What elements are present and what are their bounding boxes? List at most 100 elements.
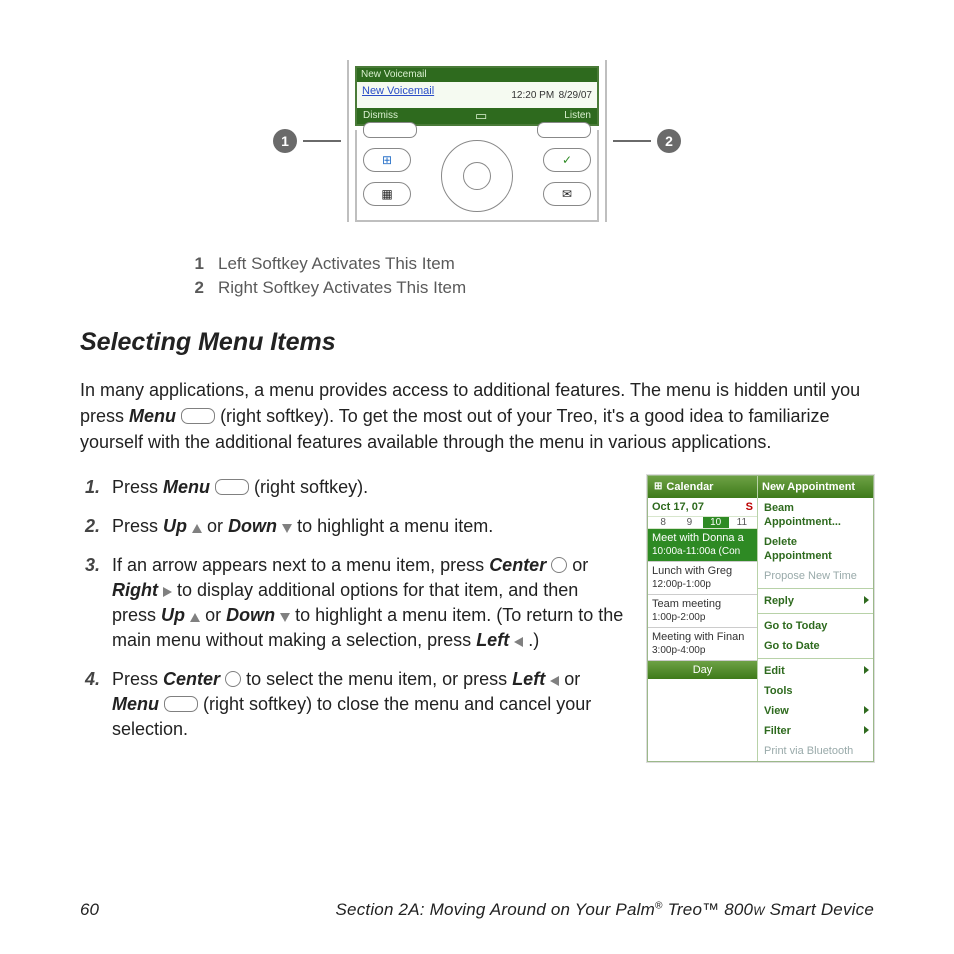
calendar-day-label: S bbox=[746, 500, 753, 514]
down-icon bbox=[280, 613, 290, 622]
step-text: or bbox=[207, 516, 228, 536]
legend-text: Right Softkey Activates This Item bbox=[218, 276, 466, 300]
page-number: 60 bbox=[80, 900, 99, 920]
step-text: or bbox=[572, 555, 588, 575]
voicemail-link: New Voicemail bbox=[362, 85, 434, 103]
page-footer: 60 Section 2A: Moving Around on Your Pal… bbox=[80, 900, 874, 920]
screen-time: 12:20 PM bbox=[511, 90, 554, 101]
section-heading: Selecting Menu Items bbox=[80, 328, 874, 357]
calendar-date: Oct 17, 07 S bbox=[648, 498, 757, 517]
up-icon bbox=[192, 524, 202, 533]
menu-keyword: Menu bbox=[112, 694, 159, 714]
figure-legend: 1 Left Softkey Activates This Item 2 Rig… bbox=[190, 252, 874, 300]
mail-key: ✉ bbox=[543, 182, 591, 206]
center-keyword: Center bbox=[163, 669, 220, 689]
hw-softkey-right bbox=[537, 122, 591, 138]
calendar-menu-item: Reply bbox=[758, 591, 873, 611]
calendar-key: ▦ bbox=[363, 182, 411, 206]
step-text: Press bbox=[112, 516, 163, 536]
device-outline: New Voicemail New Voicemail 12:20 PM 8/2… bbox=[347, 60, 607, 222]
right-keyword: Right bbox=[112, 580, 158, 600]
calendar-menu-item: Filter bbox=[758, 721, 873, 741]
calendar-week-header: 8 9 10 11 bbox=[648, 517, 757, 529]
legend-text: Left Softkey Activates This Item bbox=[218, 252, 455, 276]
step-4: 4 Press Center to select the menu item, … bbox=[80, 667, 627, 742]
device-keypad: ⊞ ✓ ▦ ✉ bbox=[355, 130, 599, 222]
step-text: .) bbox=[528, 630, 539, 650]
up-keyword: Up bbox=[161, 605, 185, 625]
dpad bbox=[441, 140, 513, 212]
calendar-titlebar: ⊞ Calendar bbox=[648, 476, 757, 498]
left-icon bbox=[514, 637, 523, 647]
hw-softkey-left bbox=[363, 122, 417, 138]
step-2: 2 Press Up or Down to highlight a menu i… bbox=[80, 514, 627, 539]
step-text: to select the menu item, or press bbox=[246, 669, 512, 689]
left-icon bbox=[550, 676, 559, 686]
footer-section-title: Section 2A: Moving Around on Your Palm® … bbox=[336, 900, 874, 920]
menu-keyword: Menu bbox=[163, 477, 210, 497]
callout-2-line bbox=[613, 140, 651, 142]
left-keyword: Left bbox=[476, 630, 509, 650]
submenu-arrow-icon bbox=[864, 706, 869, 714]
calendar-menu-item: Print via Bluetooth bbox=[758, 741, 873, 761]
step-text: to highlight a menu item. (To return to … bbox=[112, 605, 623, 650]
calendar-menu-item: Edit bbox=[758, 661, 873, 681]
calendar-menu-item: Beam Appointment... bbox=[758, 498, 873, 532]
calendar-title: Calendar bbox=[666, 480, 713, 494]
step-text: If an arrow appears next to a menu item,… bbox=[112, 555, 489, 575]
ok-key: ✓ bbox=[543, 148, 591, 172]
left-keyword: Left bbox=[512, 669, 545, 689]
callout-1-bubble: 1 bbox=[273, 129, 297, 153]
up-keyword: Up bbox=[163, 516, 187, 536]
device-softkey-figure: 1 New Voicemail New Voicemail 12:20 PM 8… bbox=[80, 60, 874, 222]
calendar-event: Meet with Donna a10:00a-11:00a (Con bbox=[648, 529, 757, 562]
submenu-arrow-icon bbox=[864, 596, 869, 604]
start-key: ⊞ bbox=[363, 148, 411, 172]
callout-2-bubble: 2 bbox=[657, 129, 681, 153]
step-1: 1 Press Menu (right softkey). bbox=[80, 475, 627, 500]
windows-flag-icon: ⊞ bbox=[654, 480, 662, 494]
calendar-event: Meeting with Finan3:00p-4:00p bbox=[648, 628, 757, 661]
calendar-menu-item: Go to Date bbox=[758, 636, 873, 656]
calendar-event: Lunch with Greg12:00p-1:00p bbox=[648, 562, 757, 595]
menu-keyword: Menu bbox=[129, 406, 176, 426]
step-text: Press bbox=[112, 477, 163, 497]
softkey-icon bbox=[164, 696, 198, 712]
step-text: (right softkey). bbox=[254, 477, 368, 497]
calendar-event: Team meeting1:00p-2:00p bbox=[648, 595, 757, 628]
calendar-menu-header: New Appointment bbox=[758, 476, 873, 498]
calendar-menu-item: Go to Today bbox=[758, 616, 873, 636]
calendar-menu-item: View bbox=[758, 701, 873, 721]
up-icon bbox=[190, 613, 200, 622]
center-keyword: Center bbox=[489, 555, 546, 575]
calendar-softbar: Day bbox=[648, 661, 757, 679]
legend-row: 1 Left Softkey Activates This Item bbox=[190, 252, 874, 276]
down-keyword: Down bbox=[228, 516, 277, 536]
calendar-screenshot: ⊞ Calendar Oct 17, 07 S 8 9 10 11 Meet w… bbox=[647, 475, 874, 762]
down-keyword: Down bbox=[226, 605, 275, 625]
step-text: Press bbox=[112, 669, 163, 689]
step-text: or bbox=[205, 605, 226, 625]
submenu-arrow-icon bbox=[864, 666, 869, 674]
legend-row: 2 Right Softkey Activates This Item bbox=[190, 276, 874, 300]
step-text: to highlight a menu item. bbox=[297, 516, 493, 536]
softkey-icon bbox=[215, 479, 249, 495]
screen-date: 8/29/07 bbox=[559, 90, 592, 101]
device-screen: New Voicemail New Voicemail 12:20 PM 8/2… bbox=[355, 66, 599, 126]
steps-list: 1 Press Menu (right softkey). 2 Press Up… bbox=[80, 475, 627, 762]
step-3: 3 If an arrow appears next to a menu ite… bbox=[80, 553, 627, 653]
submenu-arrow-icon bbox=[864, 726, 869, 734]
legend-num: 2 bbox=[190, 276, 204, 300]
calendar-menu-item: Delete Appointment bbox=[758, 532, 873, 566]
down-icon bbox=[282, 524, 292, 533]
right-icon bbox=[163, 587, 172, 597]
center-icon bbox=[225, 671, 241, 687]
calendar-menu-item: Tools bbox=[758, 681, 873, 701]
intro-paragraph: In many applications, a menu provides ac… bbox=[80, 377, 874, 455]
softkey-icon bbox=[181, 408, 215, 424]
center-icon bbox=[551, 557, 567, 573]
legend-num: 1 bbox=[190, 252, 204, 276]
callout-1-line bbox=[303, 140, 341, 142]
screen-titlebar: New Voicemail bbox=[357, 68, 597, 82]
step-text: or bbox=[564, 669, 580, 689]
